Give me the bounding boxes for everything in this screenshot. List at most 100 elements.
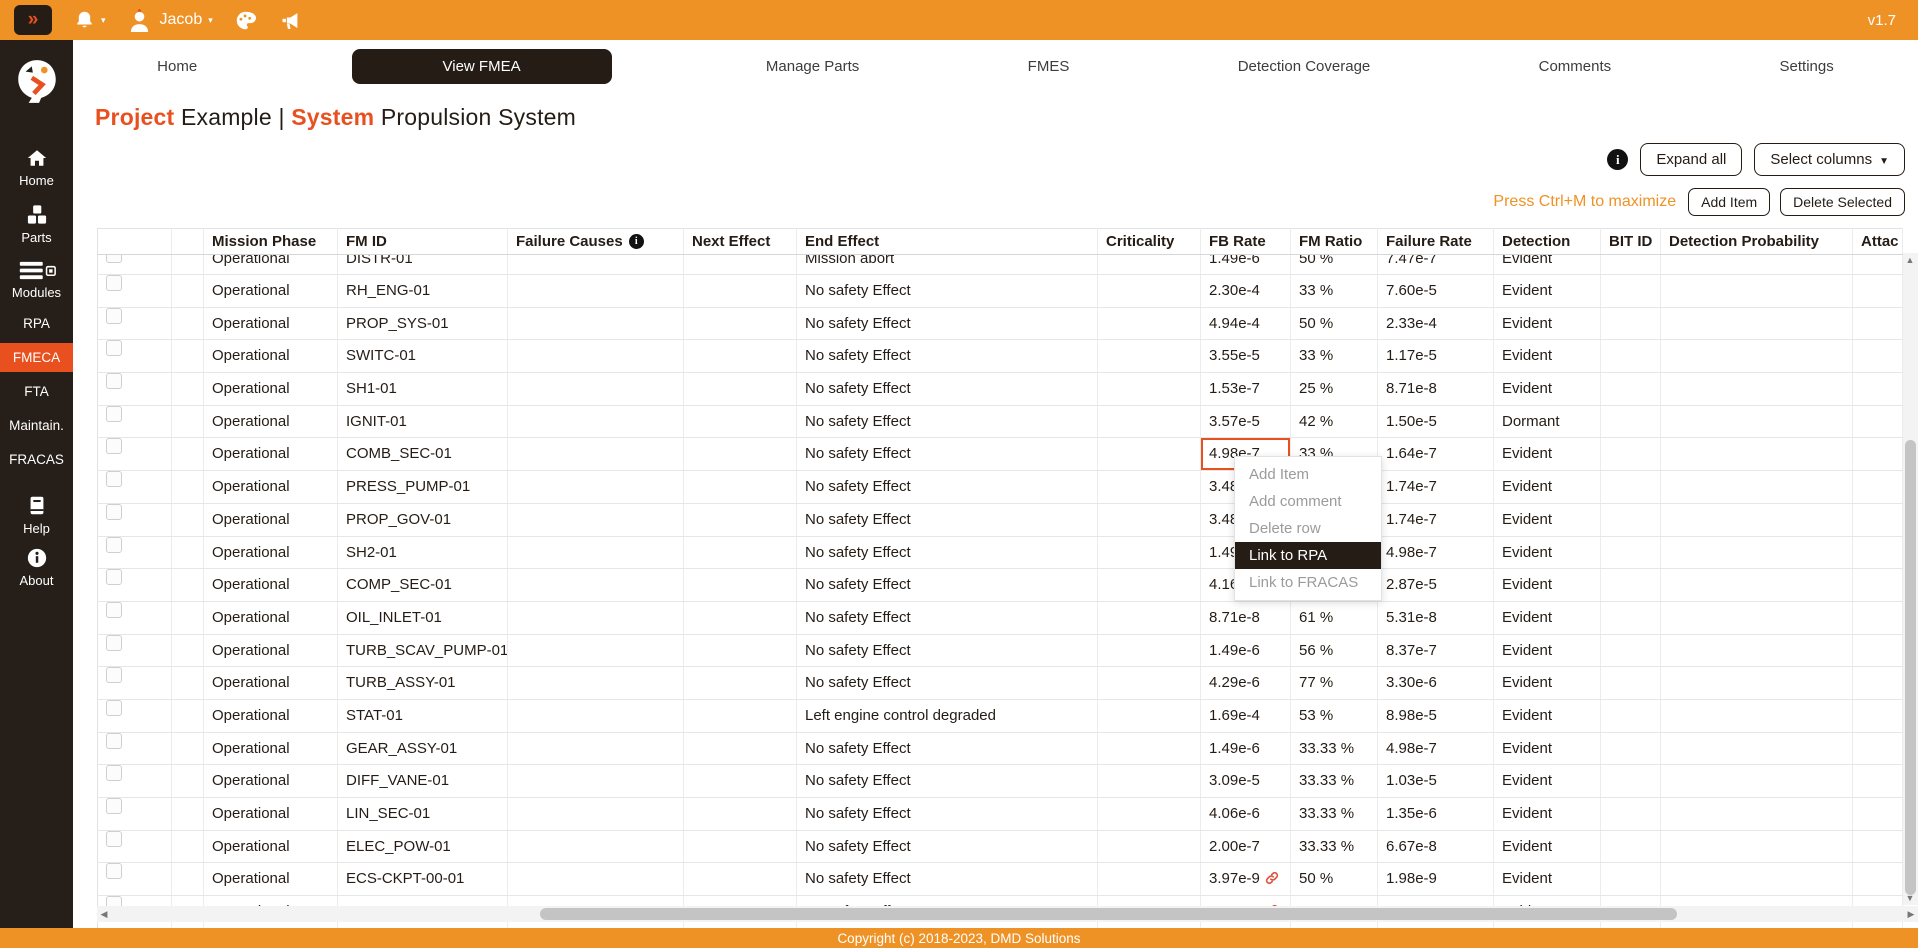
- cell-failure_rate[interactable]: 1.64e-7: [1378, 438, 1494, 471]
- cell-fm_id[interactable]: ECS-CKPT-00-01: [338, 863, 508, 896]
- cell-failure_causes[interactable]: [508, 275, 684, 308]
- row-checkbox[interactable]: [106, 765, 122, 781]
- cell-failure_rate[interactable]: 1.74e-7: [1378, 471, 1494, 504]
- column-header-mission_phase[interactable]: Mission Phase: [204, 229, 338, 255]
- cell-fm_id[interactable]: SWITC-01: [338, 340, 508, 373]
- column-header-detection[interactable]: Detection: [1494, 229, 1601, 255]
- cell-detection_probability[interactable]: [1661, 732, 1853, 765]
- cell-fm_id[interactable]: SH1-01: [338, 373, 508, 406]
- cell-criticality[interactable]: [1098, 569, 1201, 602]
- cell-next_effect[interactable]: [684, 503, 797, 536]
- cell-end_effect[interactable]: No safety Effect: [797, 863, 1098, 896]
- cell-mission_phase[interactable]: Operational: [204, 307, 338, 340]
- column-header-next_effect[interactable]: Next Effect: [684, 229, 797, 255]
- cell-bit_id[interactable]: [1601, 438, 1661, 471]
- cell-detection_probability[interactable]: [1661, 340, 1853, 373]
- cell-next_effect[interactable]: [684, 373, 797, 406]
- cell-detection[interactable]: Evident: [1494, 255, 1601, 275]
- cell-select[interactable]: [98, 255, 172, 275]
- cell-criticality[interactable]: [1098, 699, 1201, 732]
- sidebar-item-about[interactable]: About: [0, 547, 73, 588]
- cell-fm_id[interactable]: PROP_SYS-01: [338, 307, 508, 340]
- cell-end_effect[interactable]: No safety Effect: [797, 765, 1098, 798]
- column-header-bit_id[interactable]: BIT ID: [1601, 229, 1661, 255]
- cell-detection_probability[interactable]: [1661, 765, 1853, 798]
- cell-detection[interactable]: Evident: [1494, 275, 1601, 308]
- notifications-bell-icon[interactable]: ▾: [74, 9, 106, 31]
- cell-detection[interactable]: Evident: [1494, 798, 1601, 831]
- scroll-up-arrow-icon[interactable]: ▲: [1903, 253, 1917, 267]
- cell-criticality[interactable]: [1098, 503, 1201, 536]
- cell-fm_ratio[interactable]: 50 %: [1291, 863, 1378, 896]
- theme-palette-icon[interactable]: [235, 10, 256, 31]
- tab-fmes[interactable]: FMES: [1014, 49, 1084, 84]
- delete-selected-button[interactable]: Delete Selected: [1780, 188, 1905, 216]
- cell-mission_phase[interactable]: Operational: [204, 503, 338, 536]
- cell-end_effect[interactable]: No safety Effect: [797, 830, 1098, 863]
- cell-criticality[interactable]: [1098, 373, 1201, 406]
- cell-failure_causes[interactable]: [508, 536, 684, 569]
- cell-select[interactable]: [98, 307, 172, 340]
- cell-criticality[interactable]: [1098, 340, 1201, 373]
- cell-fm_ratio[interactable]: 50 %: [1291, 255, 1378, 275]
- cell-next_effect[interactable]: [684, 255, 797, 275]
- cell-detection_probability[interactable]: [1661, 405, 1853, 438]
- cell-failure_causes[interactable]: [508, 503, 684, 536]
- cell-failure_rate[interactable]: 8.37e-7: [1378, 634, 1494, 667]
- cell-failure_rate[interactable]: 8.98e-5: [1378, 699, 1494, 732]
- rpa-link-icon[interactable]: [1265, 871, 1279, 885]
- cell-criticality[interactable]: [1098, 307, 1201, 340]
- cell-end_effect[interactable]: No safety Effect: [797, 373, 1098, 406]
- cell-attachments[interactable]: [1853, 830, 1903, 863]
- column-header-failure_rate[interactable]: Failure Rate: [1378, 229, 1494, 255]
- cell-detection[interactable]: Evident: [1494, 471, 1601, 504]
- cell-fb_rate[interactable]: 2.00e-7: [1201, 830, 1291, 863]
- cell-detection[interactable]: Evident: [1494, 667, 1601, 700]
- cell-failure_causes[interactable]: [508, 438, 684, 471]
- cell-select[interactable]: [98, 699, 172, 732]
- column-header-fb_rate[interactable]: FB Rate: [1201, 229, 1291, 255]
- cell-detection[interactable]: Evident: [1494, 503, 1601, 536]
- sidebar-item-help[interactable]: Help: [0, 494, 73, 536]
- cell-select[interactable]: [98, 569, 172, 602]
- add-item-button[interactable]: Add Item: [1688, 188, 1770, 216]
- cell-failure_causes[interactable]: [508, 830, 684, 863]
- menu-item-delete-row[interactable]: Delete row: [1235, 515, 1381, 542]
- cell-failure_rate[interactable]: 4.98e-7: [1378, 732, 1494, 765]
- cell-fm_id[interactable]: TURB_SCAV_PUMP-01: [338, 634, 508, 667]
- cell-detection[interactable]: Dormant: [1494, 405, 1601, 438]
- cell-next_effect[interactable]: [684, 340, 797, 373]
- row-checkbox[interactable]: [106, 504, 122, 520]
- cell-failure_rate[interactable]: 6.67e-8: [1378, 830, 1494, 863]
- cell-fb_rate[interactable]: 3.55e-5: [1201, 340, 1291, 373]
- cell-fm_id[interactable]: PRESS_PUMP-01: [338, 471, 508, 504]
- cell-bit_id[interactable]: [1601, 255, 1661, 275]
- cell-detection[interactable]: Evident: [1494, 601, 1601, 634]
- row-checkbox[interactable]: [106, 308, 122, 324]
- cell-detection[interactable]: Evident: [1494, 569, 1601, 602]
- cell-bit_id[interactable]: [1601, 275, 1661, 308]
- row-checkbox[interactable]: [106, 471, 122, 487]
- row-checkbox[interactable]: [106, 255, 122, 263]
- cell-detection[interactable]: Evident: [1494, 536, 1601, 569]
- cell-detection_probability[interactable]: [1661, 438, 1853, 471]
- cell-attachments[interactable]: [1853, 699, 1903, 732]
- cell-mission_phase[interactable]: Operational: [204, 275, 338, 308]
- vertical-scrollbar-thumb[interactable]: [1905, 440, 1916, 895]
- cell-failure_causes[interactable]: [508, 732, 684, 765]
- cell-attachments[interactable]: [1853, 601, 1903, 634]
- cell-failure_rate[interactable]: 1.50e-5: [1378, 405, 1494, 438]
- row-checkbox[interactable]: [106, 798, 122, 814]
- cell-fm_id[interactable]: COMB_SEC-01: [338, 438, 508, 471]
- cell-failure_causes[interactable]: [508, 255, 684, 275]
- cell-mission_phase[interactable]: Operational: [204, 863, 338, 896]
- cell-failure_causes[interactable]: [508, 373, 684, 406]
- announcements-megaphone-icon[interactable]: [278, 10, 301, 31]
- cell-end_effect[interactable]: No safety Effect: [797, 798, 1098, 831]
- cell-next_effect[interactable]: [684, 732, 797, 765]
- cell-detection_probability[interactable]: [1661, 634, 1853, 667]
- cell-detection_probability[interactable]: [1661, 601, 1853, 634]
- cell-attachments[interactable]: [1853, 667, 1903, 700]
- cell-attachments[interactable]: [1853, 373, 1903, 406]
- tab-settings[interactable]: Settings: [1766, 49, 1848, 84]
